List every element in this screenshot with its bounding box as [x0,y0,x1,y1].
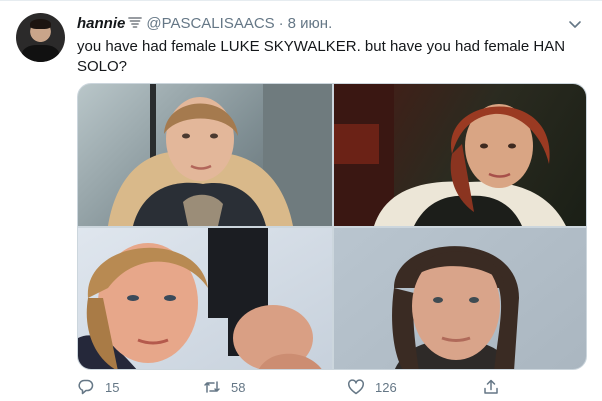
reply-icon [78,379,94,395]
tweet-actions: 15 58 126 [77,377,577,397]
tweet-text: you have had female LUKE SKYWALKER. but … [77,38,566,75]
like-button[interactable]: 126 [347,377,397,397]
photo-2-art [334,84,566,226]
tweet[interactable]: hannie @PASCALISAACS · 8 июн. you have h… [0,0,602,401]
photo-3-art [78,228,322,369]
photo-4-art [392,246,519,369]
tweet-header: hannie @PASCALISAACS · 8 июн. [77,13,332,33]
retweet-icon [204,381,220,393]
retweet-count: 58 [231,379,246,395]
media-photo-3[interactable] [78,228,332,369]
avatar-hair [30,19,51,29]
reply-count: 15 [105,379,120,395]
retweet-button[interactable]: 58 [203,377,245,397]
share-icon [484,379,498,394]
avatar[interactable] [16,13,65,62]
avatar-shirt [22,45,59,62]
heart-icon [348,379,364,395]
tornado-icon [128,17,143,28]
separator-dot: · [278,14,284,32]
media-photo-4[interactable] [334,228,586,369]
photo-1-art [108,84,332,226]
like-count: 126 [375,379,397,395]
media-grid [77,83,587,370]
media-photo-2[interactable] [334,84,586,226]
reply-button[interactable]: 15 [77,377,119,397]
display-name[interactable]: hannie [77,15,125,32]
chevron-down-icon[interactable] [566,15,584,33]
user-handle[interactable]: @PASCALISAACS [146,15,274,32]
tweet-date[interactable]: 8 июн. [288,15,333,32]
share-button[interactable] [482,377,510,397]
media-photo-1[interactable] [78,84,332,226]
